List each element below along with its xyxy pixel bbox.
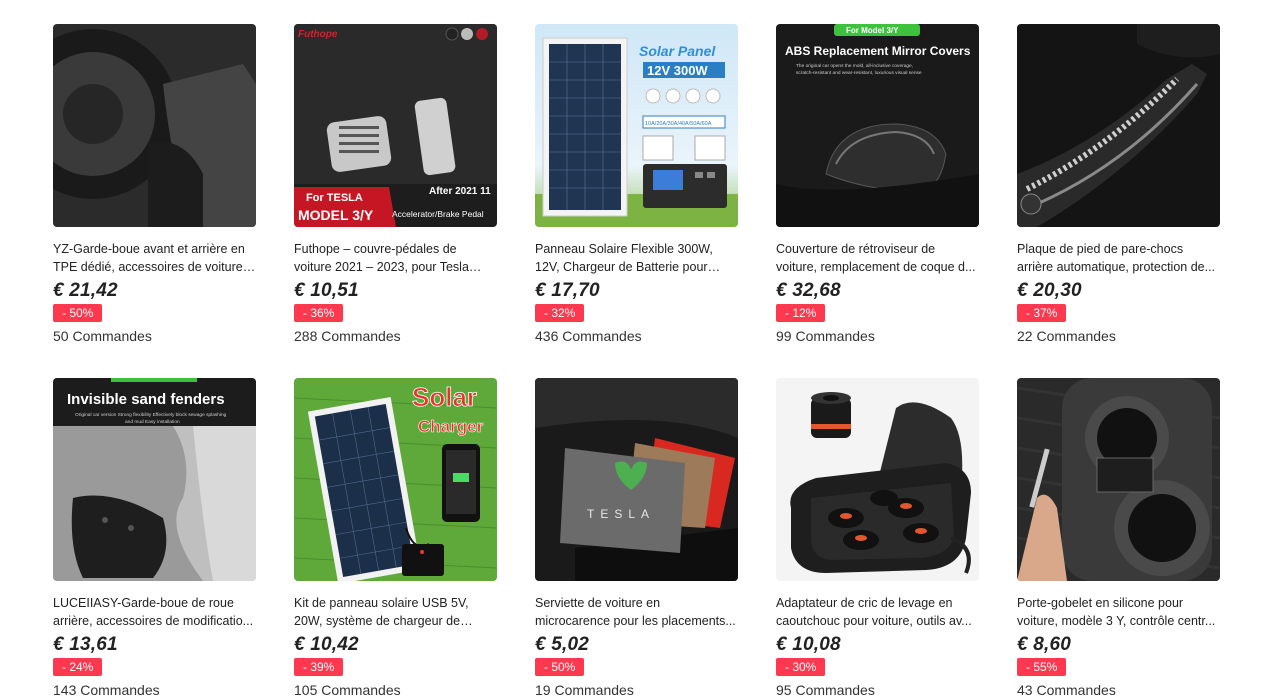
svg-text:Invisible sand fenders: Invisible sand fenders <box>67 391 225 408</box>
product-title[interactable]: Serviette de voiture en microcarence pou… <box>535 594 738 630</box>
product-title[interactable]: Panneau Solaire Flexible 300W, 12V, Char… <box>535 240 738 276</box>
svg-text:10A/20A/30A/40A/50A/60A: 10A/20A/30A/40A/50A/60A <box>645 121 712 127</box>
svg-text:The original car opens the mol: The original car opens the mold, all-inc… <box>796 63 913 69</box>
discount-badge: - 36% <box>294 304 344 322</box>
svg-text:12V 300W: 12V 300W <box>647 63 708 78</box>
svg-text:For Model 3/Y: For Model 3/Y <box>846 26 899 35</box>
svg-text:and mud Easy installation: and mud Easy installation <box>125 419 180 425</box>
product-title[interactable]: Kit de panneau solaire USB 5V, 20W, syst… <box>294 594 497 630</box>
svg-text:TESLA: TESLA <box>587 507 655 521</box>
svg-text:After 2021 11: After 2021 11 <box>429 186 491 197</box>
svg-text:Charger: Charger <box>418 417 484 436</box>
order-count: 436 Commandes <box>535 328 642 344</box>
svg-text:ABS Replacement Mirror Covers: ABS Replacement Mirror Covers <box>785 44 971 58</box>
order-count: 288 Commandes <box>294 328 401 344</box>
product-image-mirror-covers[interactable]: For Model 3/Y ABS Replacement Mirror Cov… <box>776 24 979 227</box>
product-card[interactable]: TESLA Serviette de voiture en microcaren… <box>535 378 738 699</box>
product-price: € 13,61 <box>53 634 118 655</box>
product-title[interactable]: YZ-Garde-boue avant et arrière en TPE dé… <box>53 240 256 276</box>
order-count: 99 Commandes <box>776 328 875 344</box>
product-grid: YZ-Garde-boue avant et arrière en TPE dé… <box>0 0 1280 699</box>
order-count: 105 Commandes <box>294 682 401 698</box>
product-image-mudguard[interactable] <box>53 24 256 227</box>
product-title[interactable]: Couverture de rétroviseur de voiture, re… <box>776 240 979 276</box>
svg-text:scratch-resistant and wear-res: scratch-resistant and wear-resistant, lu… <box>796 70 922 76</box>
svg-text:Accelerator/Brake Pedal: Accelerator/Brake Pedal <box>392 209 484 219</box>
product-image-car-towel[interactable]: TESLA <box>535 378 738 581</box>
product-title[interactable]: Plaque de pied de pare-chocs arrière aut… <box>1017 240 1220 276</box>
product-card[interactable]: YZ-Garde-boue avant et arrière en TPE dé… <box>53 24 256 345</box>
product-price: € 17,70 <box>535 280 600 301</box>
discount-badge: - 32% <box>535 304 585 322</box>
product-image-pedal-covers[interactable]: Futhope For TESLA MODEL 3/Y After 2021 1… <box>294 24 497 227</box>
product-card[interactable]: Adaptateur de cric de levage en caoutcho… <box>776 378 979 699</box>
svg-text:Original car version Strong fl: Original car version Strong flexibility … <box>75 412 227 418</box>
product-price: € 10,42 <box>294 634 359 655</box>
order-count: 50 Commandes <box>53 328 152 344</box>
product-title[interactable]: LUCEIIASY-Garde-boue de roue arrière, ac… <box>53 594 256 630</box>
product-image-jack-adapter[interactable] <box>776 378 979 581</box>
product-price: € 8,60 <box>1017 634 1072 655</box>
discount-badge: - 37% <box>1017 304 1067 322</box>
product-card[interactable]: Invisible sand fenders Original car vers… <box>53 378 256 699</box>
product-price: € 10,08 <box>776 634 841 655</box>
product-price: € 21,42 <box>53 280 118 301</box>
product-image-usb-solar-charger[interactable]: Solar Charger <box>294 378 497 581</box>
product-image-cup-holder[interactable] <box>1017 378 1220 581</box>
product-image-solar-panel[interactable]: Solar Panel 12V 300W 10A/20A/30A/40A/50A… <box>535 24 738 227</box>
discount-badge: - 24% <box>53 658 103 676</box>
svg-text:For TESLA: For TESLA <box>306 192 363 204</box>
order-count: 19 Commandes <box>535 682 634 698</box>
discount-badge: - 12% <box>776 304 826 322</box>
discount-badge: - 39% <box>294 658 344 676</box>
brand-label: Futhope <box>298 29 338 40</box>
order-count: 22 Commandes <box>1017 328 1116 344</box>
svg-text:Solar Panel: Solar Panel <box>639 43 716 59</box>
order-count: 95 Commandes <box>776 682 875 698</box>
product-card[interactable]: Porte-gobelet en silicone pour voiture, … <box>1017 378 1220 699</box>
order-count: 43 Commandes <box>1017 682 1116 698</box>
product-title[interactable]: Adaptateur de cric de levage en caoutcho… <box>776 594 979 630</box>
product-card[interactable]: Solar Panel 12V 300W 10A/20A/30A/40A/50A… <box>535 24 738 345</box>
product-price: € 20,30 <box>1017 280 1082 301</box>
discount-badge: - 30% <box>776 658 826 676</box>
product-image-bumper-plate[interactable] <box>1017 24 1220 227</box>
discount-badge: - 50% <box>535 658 585 676</box>
product-title[interactable]: Porte-gobelet en silicone pour voiture, … <box>1017 594 1220 630</box>
product-price: € 10,51 <box>294 280 359 301</box>
discount-badge: - 50% <box>53 304 103 322</box>
product-image-sand-fenders[interactable]: Invisible sand fenders Original car vers… <box>53 378 256 581</box>
product-price: € 32,68 <box>776 280 841 301</box>
product-card[interactable]: Plaque de pied de pare-chocs arrière aut… <box>1017 24 1220 345</box>
product-card[interactable]: Futhope For TESLA MODEL 3/Y After 2021 1… <box>294 24 497 345</box>
product-price: € 5,02 <box>535 634 590 655</box>
product-card[interactable]: Solar Charger Kit de panneau solaire USB… <box>294 378 497 699</box>
product-title[interactable]: Futhope – couvre-pédales de voiture 2021… <box>294 240 497 276</box>
svg-text:MODEL 3/Y: MODEL 3/Y <box>298 207 374 223</box>
discount-badge: - 55% <box>1017 658 1067 676</box>
product-card[interactable]: For Model 3/Y ABS Replacement Mirror Cov… <box>776 24 979 345</box>
svg-text:Solar: Solar <box>412 382 477 412</box>
order-count: 143 Commandes <box>53 682 160 698</box>
